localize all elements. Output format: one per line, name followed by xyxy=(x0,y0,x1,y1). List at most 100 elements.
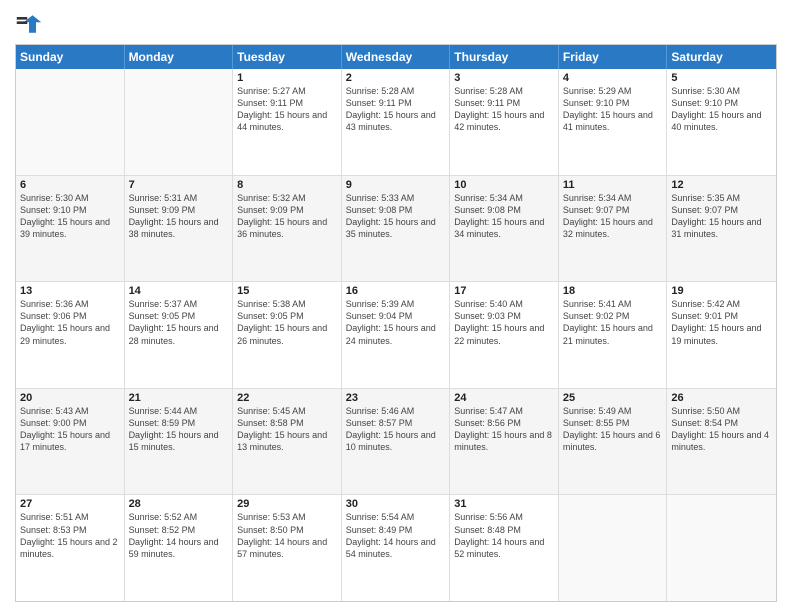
calendar-cell: 24Sunrise: 5:47 AM Sunset: 8:56 PM Dayli… xyxy=(450,389,559,495)
calendar-cell xyxy=(559,495,668,601)
calendar-body: 1Sunrise: 5:27 AM Sunset: 9:11 PM Daylig… xyxy=(16,69,776,601)
calendar-cell: 18Sunrise: 5:41 AM Sunset: 9:02 PM Dayli… xyxy=(559,282,668,388)
calendar-cell: 9Sunrise: 5:33 AM Sunset: 9:08 PM Daylig… xyxy=(342,176,451,282)
day-number: 10 xyxy=(454,179,554,191)
calendar-cell xyxy=(16,69,125,175)
calendar-cell: 26Sunrise: 5:50 AM Sunset: 8:54 PM Dayli… xyxy=(667,389,776,495)
calendar-cell xyxy=(125,69,234,175)
weekday-header: Monday xyxy=(125,45,234,69)
day-number: 12 xyxy=(671,179,772,191)
calendar-row: 20Sunrise: 5:43 AM Sunset: 9:00 PM Dayli… xyxy=(16,388,776,495)
day-info: Sunrise: 5:49 AM Sunset: 8:55 PM Dayligh… xyxy=(563,405,663,454)
day-number: 17 xyxy=(454,285,554,297)
day-info: Sunrise: 5:31 AM Sunset: 9:09 PM Dayligh… xyxy=(129,192,229,241)
weekday-header: Tuesday xyxy=(233,45,342,69)
calendar-row: 27Sunrise: 5:51 AM Sunset: 8:53 PM Dayli… xyxy=(16,494,776,601)
day-number: 8 xyxy=(237,179,337,191)
day-number: 20 xyxy=(20,392,120,404)
day-info: Sunrise: 5:54 AM Sunset: 8:49 PM Dayligh… xyxy=(346,511,446,560)
calendar-cell: 7Sunrise: 5:31 AM Sunset: 9:09 PM Daylig… xyxy=(125,176,234,282)
day-number: 14 xyxy=(129,285,229,297)
calendar-cell: 10Sunrise: 5:34 AM Sunset: 9:08 PM Dayli… xyxy=(450,176,559,282)
day-number: 3 xyxy=(454,72,554,84)
calendar-cell: 13Sunrise: 5:36 AM Sunset: 9:06 PM Dayli… xyxy=(16,282,125,388)
day-info: Sunrise: 5:28 AM Sunset: 9:11 PM Dayligh… xyxy=(454,85,554,134)
calendar-cell: 21Sunrise: 5:44 AM Sunset: 8:59 PM Dayli… xyxy=(125,389,234,495)
weekday-header: Friday xyxy=(559,45,668,69)
calendar-cell: 8Sunrise: 5:32 AM Sunset: 9:09 PM Daylig… xyxy=(233,176,342,282)
day-info: Sunrise: 5:39 AM Sunset: 9:04 PM Dayligh… xyxy=(346,298,446,347)
day-info: Sunrise: 5:32 AM Sunset: 9:09 PM Dayligh… xyxy=(237,192,337,241)
calendar-row: 6Sunrise: 5:30 AM Sunset: 9:10 PM Daylig… xyxy=(16,175,776,282)
page: SundayMondayTuesdayWednesdayThursdayFrid… xyxy=(0,0,792,612)
day-number: 21 xyxy=(129,392,229,404)
calendar-row: 13Sunrise: 5:36 AM Sunset: 9:06 PM Dayli… xyxy=(16,281,776,388)
day-info: Sunrise: 5:41 AM Sunset: 9:02 PM Dayligh… xyxy=(563,298,663,347)
day-info: Sunrise: 5:36 AM Sunset: 9:06 PM Dayligh… xyxy=(20,298,120,347)
day-number: 22 xyxy=(237,392,337,404)
day-info: Sunrise: 5:35 AM Sunset: 9:07 PM Dayligh… xyxy=(671,192,772,241)
logo xyxy=(15,10,47,38)
calendar-cell: 11Sunrise: 5:34 AM Sunset: 9:07 PM Dayli… xyxy=(559,176,668,282)
day-number: 26 xyxy=(671,392,772,404)
day-number: 27 xyxy=(20,498,120,510)
day-number: 6 xyxy=(20,179,120,191)
weekday-header: Thursday xyxy=(450,45,559,69)
day-info: Sunrise: 5:40 AM Sunset: 9:03 PM Dayligh… xyxy=(454,298,554,347)
day-info: Sunrise: 5:47 AM Sunset: 8:56 PM Dayligh… xyxy=(454,405,554,454)
day-info: Sunrise: 5:51 AM Sunset: 8:53 PM Dayligh… xyxy=(20,511,120,560)
day-number: 11 xyxy=(563,179,663,191)
calendar-cell: 19Sunrise: 5:42 AM Sunset: 9:01 PM Dayli… xyxy=(667,282,776,388)
day-number: 5 xyxy=(671,72,772,84)
calendar-cell: 25Sunrise: 5:49 AM Sunset: 8:55 PM Dayli… xyxy=(559,389,668,495)
calendar-cell: 16Sunrise: 5:39 AM Sunset: 9:04 PM Dayli… xyxy=(342,282,451,388)
day-info: Sunrise: 5:27 AM Sunset: 9:11 PM Dayligh… xyxy=(237,85,337,134)
day-number: 25 xyxy=(563,392,663,404)
calendar-cell: 20Sunrise: 5:43 AM Sunset: 9:00 PM Dayli… xyxy=(16,389,125,495)
day-number: 15 xyxy=(237,285,337,297)
calendar-cell: 15Sunrise: 5:38 AM Sunset: 9:05 PM Dayli… xyxy=(233,282,342,388)
day-info: Sunrise: 5:34 AM Sunset: 9:08 PM Dayligh… xyxy=(454,192,554,241)
calendar-cell: 12Sunrise: 5:35 AM Sunset: 9:07 PM Dayli… xyxy=(667,176,776,282)
calendar-cell: 4Sunrise: 5:29 AM Sunset: 9:10 PM Daylig… xyxy=(559,69,668,175)
day-number: 1 xyxy=(237,72,337,84)
calendar-cell: 2Sunrise: 5:28 AM Sunset: 9:11 PM Daylig… xyxy=(342,69,451,175)
day-info: Sunrise: 5:43 AM Sunset: 9:00 PM Dayligh… xyxy=(20,405,120,454)
day-info: Sunrise: 5:29 AM Sunset: 9:10 PM Dayligh… xyxy=(563,85,663,134)
day-number: 18 xyxy=(563,285,663,297)
calendar: SundayMondayTuesdayWednesdayThursdayFrid… xyxy=(15,44,777,602)
calendar-cell: 29Sunrise: 5:53 AM Sunset: 8:50 PM Dayli… xyxy=(233,495,342,601)
calendar-cell: 3Sunrise: 5:28 AM Sunset: 9:11 PM Daylig… xyxy=(450,69,559,175)
day-number: 2 xyxy=(346,72,446,84)
day-info: Sunrise: 5:33 AM Sunset: 9:08 PM Dayligh… xyxy=(346,192,446,241)
day-info: Sunrise: 5:50 AM Sunset: 8:54 PM Dayligh… xyxy=(671,405,772,454)
calendar-cell: 30Sunrise: 5:54 AM Sunset: 8:49 PM Dayli… xyxy=(342,495,451,601)
day-number: 19 xyxy=(671,285,772,297)
weekday-header: Saturday xyxy=(667,45,776,69)
calendar-cell: 17Sunrise: 5:40 AM Sunset: 9:03 PM Dayli… xyxy=(450,282,559,388)
day-number: 28 xyxy=(129,498,229,510)
calendar-cell: 31Sunrise: 5:56 AM Sunset: 8:48 PM Dayli… xyxy=(450,495,559,601)
day-number: 7 xyxy=(129,179,229,191)
day-number: 4 xyxy=(563,72,663,84)
day-number: 31 xyxy=(454,498,554,510)
calendar-cell: 28Sunrise: 5:52 AM Sunset: 8:52 PM Dayli… xyxy=(125,495,234,601)
day-number: 13 xyxy=(20,285,120,297)
day-number: 9 xyxy=(346,179,446,191)
logo-icon xyxy=(15,10,43,38)
day-info: Sunrise: 5:45 AM Sunset: 8:58 PM Dayligh… xyxy=(237,405,337,454)
day-number: 24 xyxy=(454,392,554,404)
calendar-cell: 5Sunrise: 5:30 AM Sunset: 9:10 PM Daylig… xyxy=(667,69,776,175)
calendar-cell: 23Sunrise: 5:46 AM Sunset: 8:57 PM Dayli… xyxy=(342,389,451,495)
day-info: Sunrise: 5:34 AM Sunset: 9:07 PM Dayligh… xyxy=(563,192,663,241)
day-info: Sunrise: 5:46 AM Sunset: 8:57 PM Dayligh… xyxy=(346,405,446,454)
day-info: Sunrise: 5:44 AM Sunset: 8:59 PM Dayligh… xyxy=(129,405,229,454)
day-number: 30 xyxy=(346,498,446,510)
day-info: Sunrise: 5:53 AM Sunset: 8:50 PM Dayligh… xyxy=(237,511,337,560)
day-info: Sunrise: 5:52 AM Sunset: 8:52 PM Dayligh… xyxy=(129,511,229,560)
calendar-row: 1Sunrise: 5:27 AM Sunset: 9:11 PM Daylig… xyxy=(16,69,776,175)
calendar-header: SundayMondayTuesdayWednesdayThursdayFrid… xyxy=(16,45,776,69)
calendar-cell: 14Sunrise: 5:37 AM Sunset: 9:05 PM Dayli… xyxy=(125,282,234,388)
day-info: Sunrise: 5:28 AM Sunset: 9:11 PM Dayligh… xyxy=(346,85,446,134)
day-info: Sunrise: 5:30 AM Sunset: 9:10 PM Dayligh… xyxy=(671,85,772,134)
